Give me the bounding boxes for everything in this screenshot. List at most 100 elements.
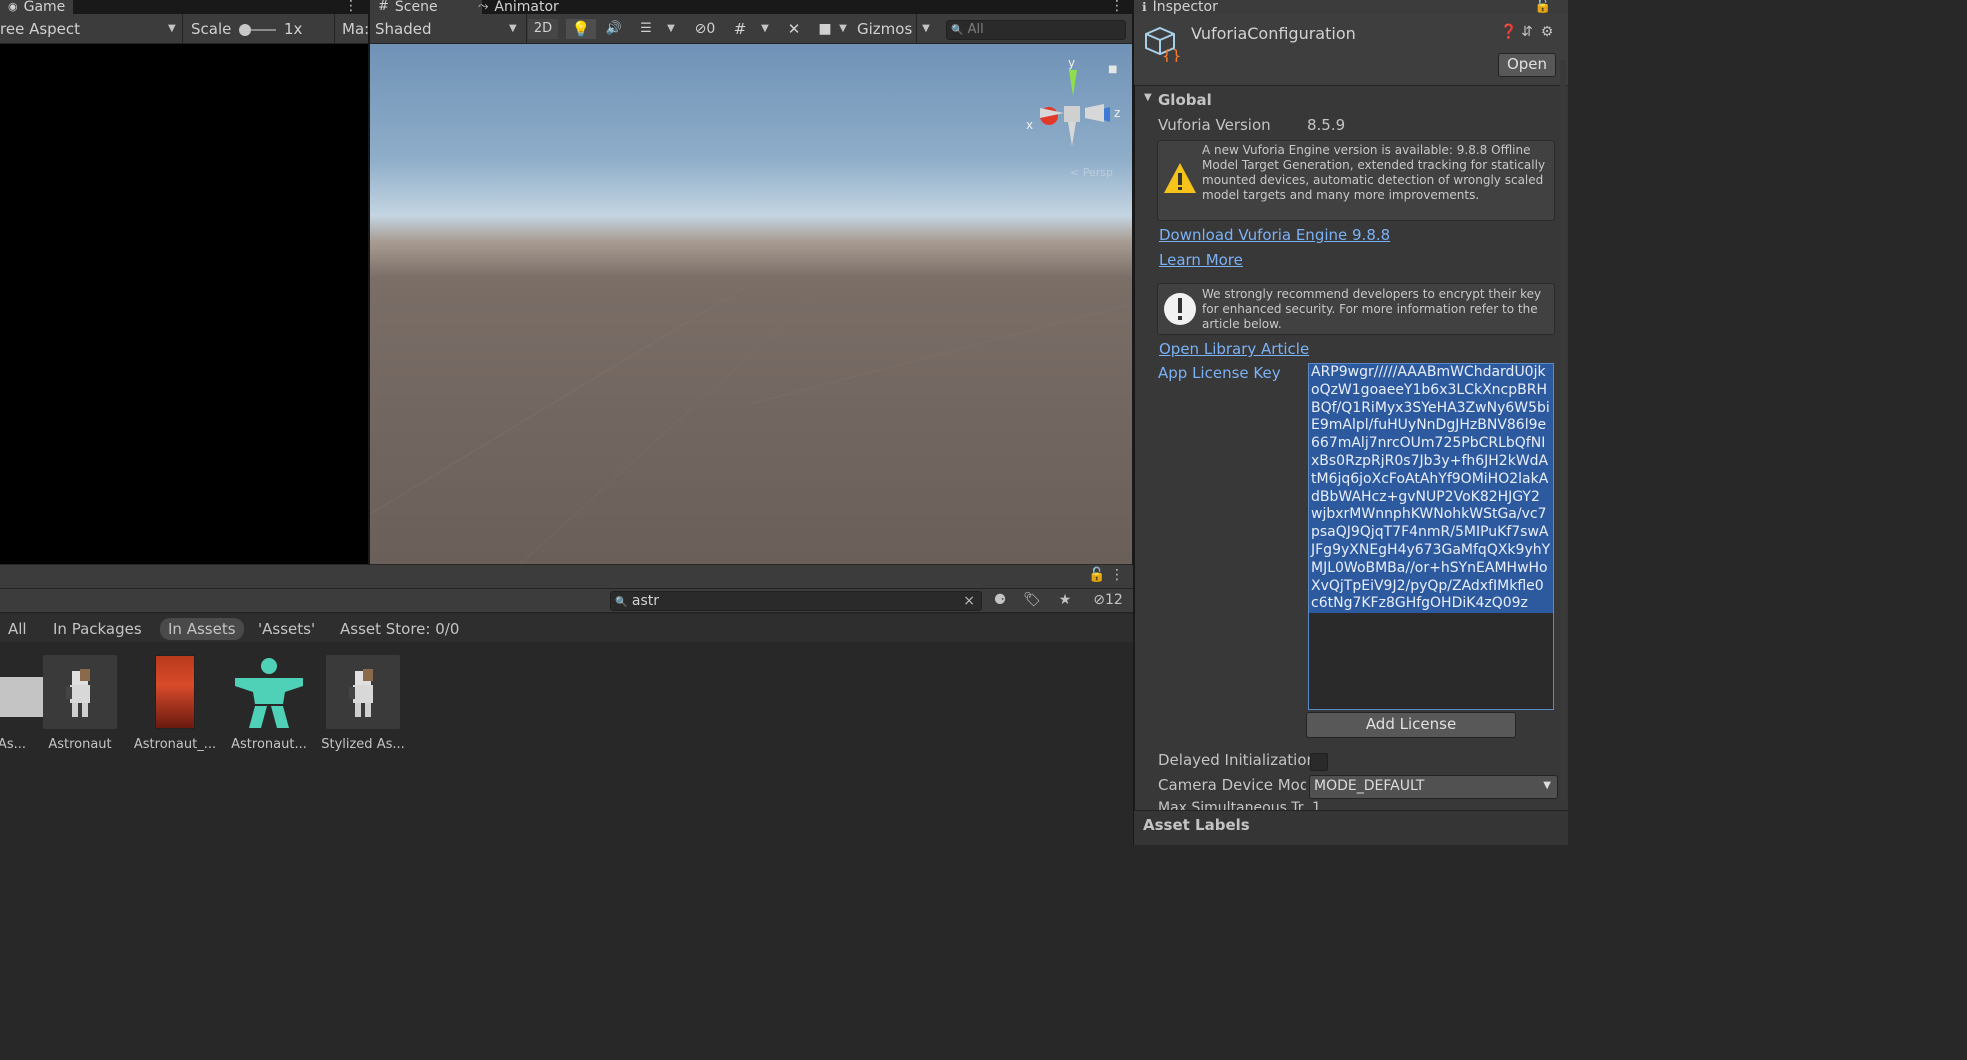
asset-item[interactable]: Astronaut — [30, 655, 130, 752]
gear-icon[interactable]: ⚙ — [1540, 24, 1554, 40]
game-menu-icon[interactable]: ⋮ — [344, 0, 358, 14]
projection-label[interactable]: < Persp — [1070, 166, 1113, 179]
aspect-dropdown[interactable]: ree Aspect ▼ — [0, 14, 182, 44]
lock-icon[interactable]: ■ — [1108, 64, 1117, 75]
tab-scene[interactable]: # Scene — [370, 0, 482, 14]
tools-icon[interactable]: ✕ — [782, 19, 806, 39]
inspector-header: {} VuforiaConfiguration ❓ ⇵ ⚙ Open — [1134, 14, 1568, 86]
clear-search-icon[interactable]: × — [963, 592, 975, 610]
scene-view[interactable]: y x z ■ < Persp — [370, 44, 1132, 564]
asset-labels-bar: Asset Labels — [1134, 810, 1568, 845]
scale-label: Scale — [191, 20, 232, 38]
project-tabbar: 🔓 ⋮ — [0, 565, 1133, 589]
hidden-objects-toggle[interactable]: ⊘0 — [688, 19, 722, 39]
camera-mode-dropdown[interactable]: MODE_DEFAULT ▼ — [1309, 775, 1558, 799]
download-link[interactable]: Download Vuforia Engine 9.8.8 — [1159, 226, 1390, 244]
lock-icon[interactable]: 🔓 — [1088, 567, 1105, 583]
filter-in-packages[interactable]: In Packages — [45, 618, 150, 640]
license-key-textarea[interactable]: ARP9wgr/////AAABmWChdardU0jkoQzW1goaeeY1… — [1308, 363, 1554, 710]
chevron-down-icon: ▼ — [168, 23, 176, 34]
scene-icon: # — [378, 0, 389, 14]
filter-in-assets[interactable]: In Assets — [160, 618, 244, 640]
draw-mode-dropdown[interactable]: Shaded ▼ — [375, 14, 523, 44]
presets-icon[interactable]: ⇵ — [1520, 24, 1534, 40]
foldout-arrow-icon[interactable]: ▼ — [1144, 92, 1152, 103]
security-info-box: We strongly recommend developers to encr… — [1157, 283, 1555, 335]
project-menu-icon[interactable]: ⋮ — [1110, 567, 1124, 583]
max-simultaneous-row: Max Simultaneous Tr 1 — [1134, 800, 1558, 810]
license-key-text: ARP9wgr/////AAABmWChdardU0jkoQzW1goaeeY1… — [1309, 364, 1553, 614]
audio-icon[interactable]: 🔊 — [600, 19, 628, 39]
toolbar-separator — [526, 14, 527, 44]
game-toolbar: ree Aspect ▼ Scale 1x Ma: — [0, 14, 369, 44]
warning-icon — [1162, 161, 1198, 197]
asset-labels-title[interactable]: Asset Labels — [1143, 816, 1250, 834]
search-by-label-icon[interactable]: 🏷 — [1022, 592, 1042, 608]
search-by-type-icon[interactable]: ⚈ — [990, 592, 1010, 608]
chevron-down-icon[interactable]: ▼ — [836, 19, 850, 39]
learn-more-link[interactable]: Learn More — [1159, 251, 1243, 269]
filter-asset-store[interactable]: Asset Store: 0/0 — [332, 618, 467, 640]
license-key-label: App License Key — [1158, 364, 1281, 382]
tab-animator[interactable]: ⤳ Animator — [470, 0, 567, 14]
project-search-input[interactable]: 🔍 astr × — [610, 591, 982, 611]
open-button[interactable]: Open — [1498, 53, 1556, 77]
texture-icon — [138, 655, 212, 729]
scene-toolbar: Shaded ▼ 2D 💡 🔊 ☰ ▼ ⊘0 # ▼ ✕ ■ ▼ Gizmos … — [370, 14, 1132, 44]
scene-orientation-gizmo[interactable]: y x z ■ < Persp — [1026, 52, 1130, 182]
vuforia-version-value: 8.5.9 — [1307, 116, 1346, 134]
lighting-icon[interactable]: 💡 — [566, 19, 596, 39]
asset-item[interactable]: Astronaut... — [219, 655, 319, 752]
info-icon — [1162, 291, 1198, 327]
toggle-2d-button[interactable]: 2D — [528, 19, 558, 39]
delayed-init-checkbox[interactable] — [1310, 753, 1328, 771]
asset-item[interactable]: Stylized As... — [313, 655, 413, 752]
asset-title: VuforiaConfiguration — [1191, 24, 1356, 43]
chevron-down-icon[interactable]: ▼ — [758, 19, 772, 39]
chevron-down-icon[interactable]: ▼ — [919, 19, 933, 39]
security-info-text: We strongly recommend developers to encr… — [1202, 287, 1542, 331]
inspector-scrollbar[interactable] — [1560, 60, 1566, 800]
filter-all[interactable]: All — [0, 618, 35, 640]
scene-search-input[interactable]: 🔍 All — [946, 20, 1126, 40]
favorite-star-icon[interactable]: ★ — [1055, 592, 1075, 608]
gizmos-dropdown[interactable]: Gizmos — [857, 14, 912, 44]
asset-item[interactable]: Astronaut_... — [125, 655, 225, 752]
animator-icon: ⤳ — [478, 0, 489, 14]
model-icon — [43, 655, 117, 729]
scene-grid — [370, 273, 1132, 564]
grid-icon[interactable]: # — [728, 19, 752, 39]
game-icon: ◉ — [8, 0, 18, 13]
game-tabbar: ◉ Game ⋮ — [0, 0, 368, 14]
scriptable-object-icon: {} — [1144, 26, 1181, 65]
chevron-down-icon[interactable]: ▼ — [664, 19, 678, 39]
effects-icon[interactable]: ☰ — [632, 19, 660, 39]
scale-slider-thumb[interactable] — [239, 24, 251, 36]
tab-inspector[interactable]: ℹ Inspector — [1134, 0, 1260, 14]
tab-game[interactable]: ◉ Game — [0, 0, 74, 14]
search-icon: 🔍 — [615, 597, 628, 608]
maximize-on-play-button[interactable]: Ma: — [342, 14, 369, 44]
filter-assets-folder[interactable]: 'Assets' — [250, 618, 323, 640]
lock-icon[interactable]: 🔓 — [1534, 0, 1551, 14]
scene-menu-icon[interactable]: ⋮ — [1110, 0, 1124, 14]
max-simultaneous-value[interactable]: 1 — [1312, 800, 1321, 810]
library-article-link[interactable]: Open Library Article — [1159, 340, 1309, 358]
delayed-init-label: Delayed Initialization — [1158, 751, 1317, 769]
scale-value: 1x — [284, 20, 303, 38]
section-global[interactable]: Global — [1158, 91, 1212, 109]
toolbar-separator — [182, 14, 183, 44]
search-icon: 🔍 — [951, 25, 964, 36]
toolbar-separator — [916, 14, 917, 44]
model-icon — [326, 655, 400, 729]
vuforia-version-label: Vuforia Version — [1158, 116, 1271, 134]
update-warning-text: A new Vuforia Engine version is availabl… — [1202, 143, 1546, 202]
project-toolbar: 🔍 astr × ⚈ 🏷 ★ ⊘12 — [0, 589, 1133, 613]
help-icon[interactable]: ❓ — [1500, 24, 1517, 40]
inspector-tabbar: ℹ Inspector 🔓 — [1134, 0, 1568, 14]
camera-icon[interactable]: ■ — [814, 19, 836, 39]
hidden-packages-toggle[interactable]: ⊘12 — [1088, 592, 1128, 608]
add-license-button[interactable]: Add License — [1306, 712, 1516, 738]
game-view[interactable] — [0, 44, 368, 564]
avatar-icon — [232, 655, 306, 729]
